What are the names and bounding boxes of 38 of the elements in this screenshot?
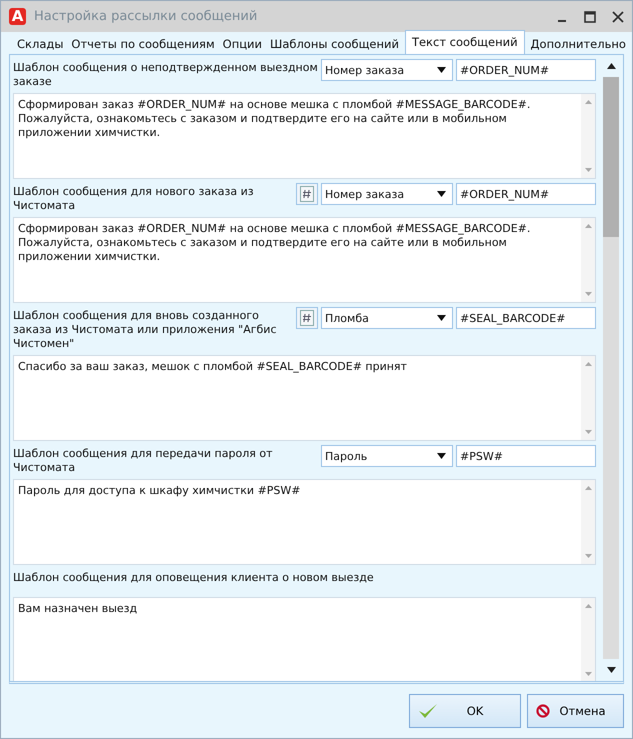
ok-button[interactable]: OK <box>409 694 521 728</box>
caret-icon <box>437 453 446 459</box>
insert-button[interactable] <box>296 307 318 329</box>
hash-icon <box>300 310 314 326</box>
dropdown[interactable]: Пломба <box>321 307 453 329</box>
maximize-icon[interactable] <box>584 10 596 22</box>
tab[interactable]: Шаблоны сообщений <box>266 34 403 54</box>
caret-icon <box>437 315 446 321</box>
tab[interactable]: Дополнительно <box>526 34 630 54</box>
section-label: Шаблон сообщения для передачи пароля от Чистомата <box>13 446 274 475</box>
tab[interactable]: Опции <box>218 34 266 54</box>
checkmark-icon <box>418 702 438 720</box>
dropdown[interactable]: Номер заказа <box>321 183 453 205</box>
token-field[interactable]: #SEAL_BARCODE# <box>456 307 596 329</box>
no-entry-icon <box>536 704 550 718</box>
tab[interactable]: Текст сообщений <box>404 30 525 54</box>
token-field[interactable]: #PSW# <box>456 445 596 467</box>
app-logo: A <box>9 8 26 25</box>
caret-icon <box>437 67 446 73</box>
section-label: Шаблон сообщения о неподтвержденном выездном заказе <box>13 60 318 89</box>
window-title: Настройка рассылки сообщений <box>34 9 258 24</box>
section-label: Шаблон сообщения для вновь созданного заказа из Чистомата или приложения "Агбис Чистомен" <box>13 308 278 351</box>
scroll-down-icon[interactable] <box>606 667 616 673</box>
tab[interactable]: Отчеты по сообщениям <box>67 34 219 54</box>
caret-icon <box>437 191 446 197</box>
section-label: Шаблон сообщения для оповещения клиента о новом выезде <box>13 570 375 585</box>
hash-icon <box>300 186 314 202</box>
scroll-up-icon[interactable] <box>606 63 616 69</box>
section-label: Шаблон сообщения для нового заказа из Чистомата <box>13 184 255 213</box>
close-icon[interactable] <box>612 10 624 22</box>
token-field[interactable]: #ORDER_NUM# <box>456 59 596 81</box>
dropdown[interactable]: Номер заказа <box>321 59 453 81</box>
scrollbar-thumb[interactable] <box>603 77 619 237</box>
tab[interactable]: Склады <box>13 34 68 54</box>
dropdown[interactable]: Пароль <box>321 445 453 467</box>
insert-button[interactable] <box>296 183 318 205</box>
cancel-button[interactable]: Отмена <box>527 694 624 728</box>
token-field[interactable]: #ORDER_NUM# <box>456 183 596 205</box>
